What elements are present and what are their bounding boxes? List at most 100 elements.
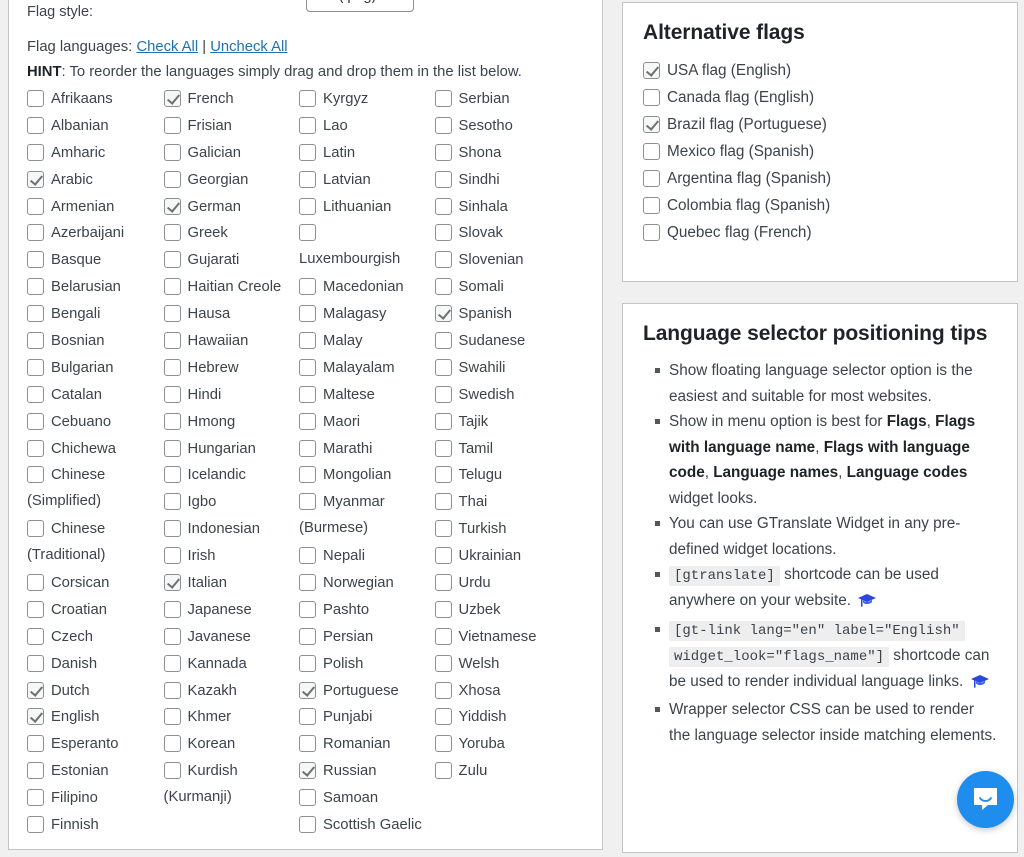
language-checkbox-item[interactable]: Norwegian: [299, 571, 435, 598]
language-checkbox-item[interactable]: Welsh: [434, 652, 584, 679]
checkbox-unchecked[interactable]: [163, 278, 181, 296]
language-checkbox-item[interactable]: Finnish: [27, 813, 164, 840]
checkbox-unchecked[interactable]: [434, 224, 452, 242]
language-checkbox-item[interactable]: Gujarati: [163, 248, 300, 275]
language-checkbox-item[interactable]: Somali: [434, 275, 584, 302]
language-checkbox-item[interactable]: Igbo: [163, 490, 300, 517]
language-checkbox-item[interactable]: Basque: [27, 248, 164, 275]
language-checkbox-item[interactable]: German: [163, 195, 300, 222]
language-checkbox-item[interactable]: Latin: [299, 141, 435, 168]
checkbox-unchecked[interactable]: [434, 251, 452, 269]
language-checkbox-item[interactable]: Hindi: [163, 383, 300, 410]
checkbox-unchecked[interactable]: [299, 358, 317, 376]
language-checkbox-item[interactable]: Polish: [299, 652, 435, 679]
checkbox-unchecked[interactable]: [434, 278, 452, 296]
checkbox-unchecked[interactable]: [163, 358, 181, 376]
checkbox-unchecked[interactable]: [27, 251, 44, 269]
checkbox-unchecked[interactable]: [299, 466, 317, 484]
checkbox-unchecked[interactable]: [27, 90, 44, 107]
language-checkbox-item[interactable]: Corsican: [27, 571, 164, 598]
language-checkbox-item[interactable]: Tamil: [434, 437, 584, 464]
checkbox-unchecked[interactable]: [163, 654, 181, 672]
checkbox-unchecked[interactable]: [27, 789, 44, 807]
checkbox-unchecked[interactable]: [299, 143, 317, 161]
checkbox-unchecked[interactable]: [27, 412, 44, 430]
checkbox-checked[interactable]: [299, 762, 317, 780]
checkbox-unchecked[interactable]: [299, 789, 317, 807]
checkbox-unchecked[interactable]: [434, 116, 452, 134]
language-checkbox-item[interactable]: Sindhi: [434, 168, 584, 195]
checkbox-unchecked[interactable]: [434, 654, 452, 672]
language-checkbox-item[interactable]: English: [27, 705, 164, 732]
checkbox-checked[interactable]: [299, 681, 317, 699]
checkbox-unchecked[interactable]: [27, 385, 44, 403]
language-checkbox-item[interactable]: Marathi: [299, 437, 435, 464]
checkbox-unchecked[interactable]: [434, 90, 452, 107]
language-checkbox-item[interactable]: Chinese: [27, 463, 164, 490]
language-checkbox-item[interactable]: Lao: [299, 114, 435, 141]
checkbox-unchecked[interactable]: [299, 654, 317, 672]
checkbox-checked[interactable]: [163, 197, 181, 215]
checkbox-unchecked[interactable]: [299, 412, 317, 430]
checkbox-checked[interactable]: [27, 708, 44, 726]
checkbox-unchecked[interactable]: [163, 385, 181, 403]
checkbox-unchecked[interactable]: [27, 574, 44, 592]
checkbox-unchecked[interactable]: [163, 224, 181, 242]
language-checkbox-item[interactable]: Irish: [163, 544, 300, 571]
language-checkbox-item[interactable]: Azerbaijani: [27, 221, 164, 248]
language-checkbox-item[interactable]: Croatian: [27, 598, 164, 625]
checkbox-unchecked[interactable]: [299, 816, 317, 834]
checkbox-unchecked[interactable]: [643, 197, 660, 214]
checkbox-unchecked[interactable]: [643, 143, 660, 160]
checkbox-unchecked[interactable]: [27, 439, 44, 457]
chat-launcher-button[interactable]: [957, 771, 1014, 828]
checkbox-unchecked[interactable]: [299, 600, 317, 618]
checkbox-unchecked[interactable]: [434, 197, 452, 215]
checkbox-unchecked[interactable]: [299, 332, 317, 350]
checkbox-unchecked[interactable]: [163, 466, 181, 484]
language-checkbox-item[interactable]: Shona: [434, 141, 584, 168]
checkbox-unchecked[interactable]: [643, 89, 660, 106]
checkbox-unchecked[interactable]: [643, 224, 660, 241]
alternative-flag-item[interactable]: USA flag (English): [643, 59, 997, 86]
language-checkbox-item[interactable]: Frisian: [163, 114, 300, 141]
checkbox-checked[interactable]: [27, 170, 44, 188]
language-checkbox-item[interactable]: Chinese: [27, 517, 164, 544]
alternative-flag-item[interactable]: Argentina flag (Spanish): [643, 167, 997, 194]
language-checkbox-item[interactable]: Filipino: [27, 786, 164, 813]
language-checkbox-item[interactable]: Georgian: [163, 168, 300, 195]
language-checkbox-item[interactable]: Bosnian: [27, 329, 164, 356]
language-checkbox-item[interactable]: Japanese: [163, 598, 300, 625]
checkbox-unchecked[interactable]: [163, 439, 181, 457]
language-checkbox-item[interactable]: Hausa: [163, 302, 300, 329]
checkbox-unchecked[interactable]: [434, 708, 452, 726]
checkbox-unchecked[interactable]: [163, 412, 181, 430]
checkbox-unchecked[interactable]: [299, 708, 317, 726]
checkbox-unchecked[interactable]: [163, 493, 181, 511]
checkbox-unchecked[interactable]: [163, 762, 181, 780]
checkbox-unchecked[interactable]: [643, 170, 660, 187]
language-checkbox-item[interactable]: Lithuanian: [299, 195, 435, 222]
language-checkbox-item[interactable]: Pashto: [299, 598, 435, 625]
checkbox-unchecked[interactable]: [434, 762, 452, 780]
checkbox-unchecked[interactable]: [27, 816, 44, 834]
checkbox-checked[interactable]: [163, 90, 181, 107]
language-checkbox-item[interactable]: Maltese: [299, 383, 435, 410]
language-checkbox-item[interactable]: Korean: [163, 732, 300, 759]
checkbox-unchecked[interactable]: [434, 143, 452, 161]
language-checkbox-item[interactable]: Arabic: [27, 168, 164, 195]
checkbox-unchecked[interactable]: [163, 600, 181, 618]
checkbox-unchecked[interactable]: [27, 305, 44, 323]
checkbox-unchecked[interactable]: [299, 197, 317, 215]
checkbox-checked[interactable]: [27, 681, 44, 699]
checkbox-unchecked[interactable]: [163, 681, 181, 699]
language-checkbox-item[interactable]: Sudanese: [434, 329, 584, 356]
checkbox-unchecked[interactable]: [434, 520, 452, 538]
language-checkbox-item[interactable]: Russian: [299, 759, 435, 786]
checkbox-unchecked[interactable]: [434, 493, 452, 511]
checkbox-checked[interactable]: [434, 305, 452, 323]
alternative-flag-item[interactable]: Canada flag (English): [643, 86, 997, 113]
checkbox-unchecked[interactable]: [163, 305, 181, 323]
graduation-cap-icon[interactable]: [858, 591, 877, 617]
language-checkbox-item[interactable]: Hungarian: [163, 437, 300, 464]
